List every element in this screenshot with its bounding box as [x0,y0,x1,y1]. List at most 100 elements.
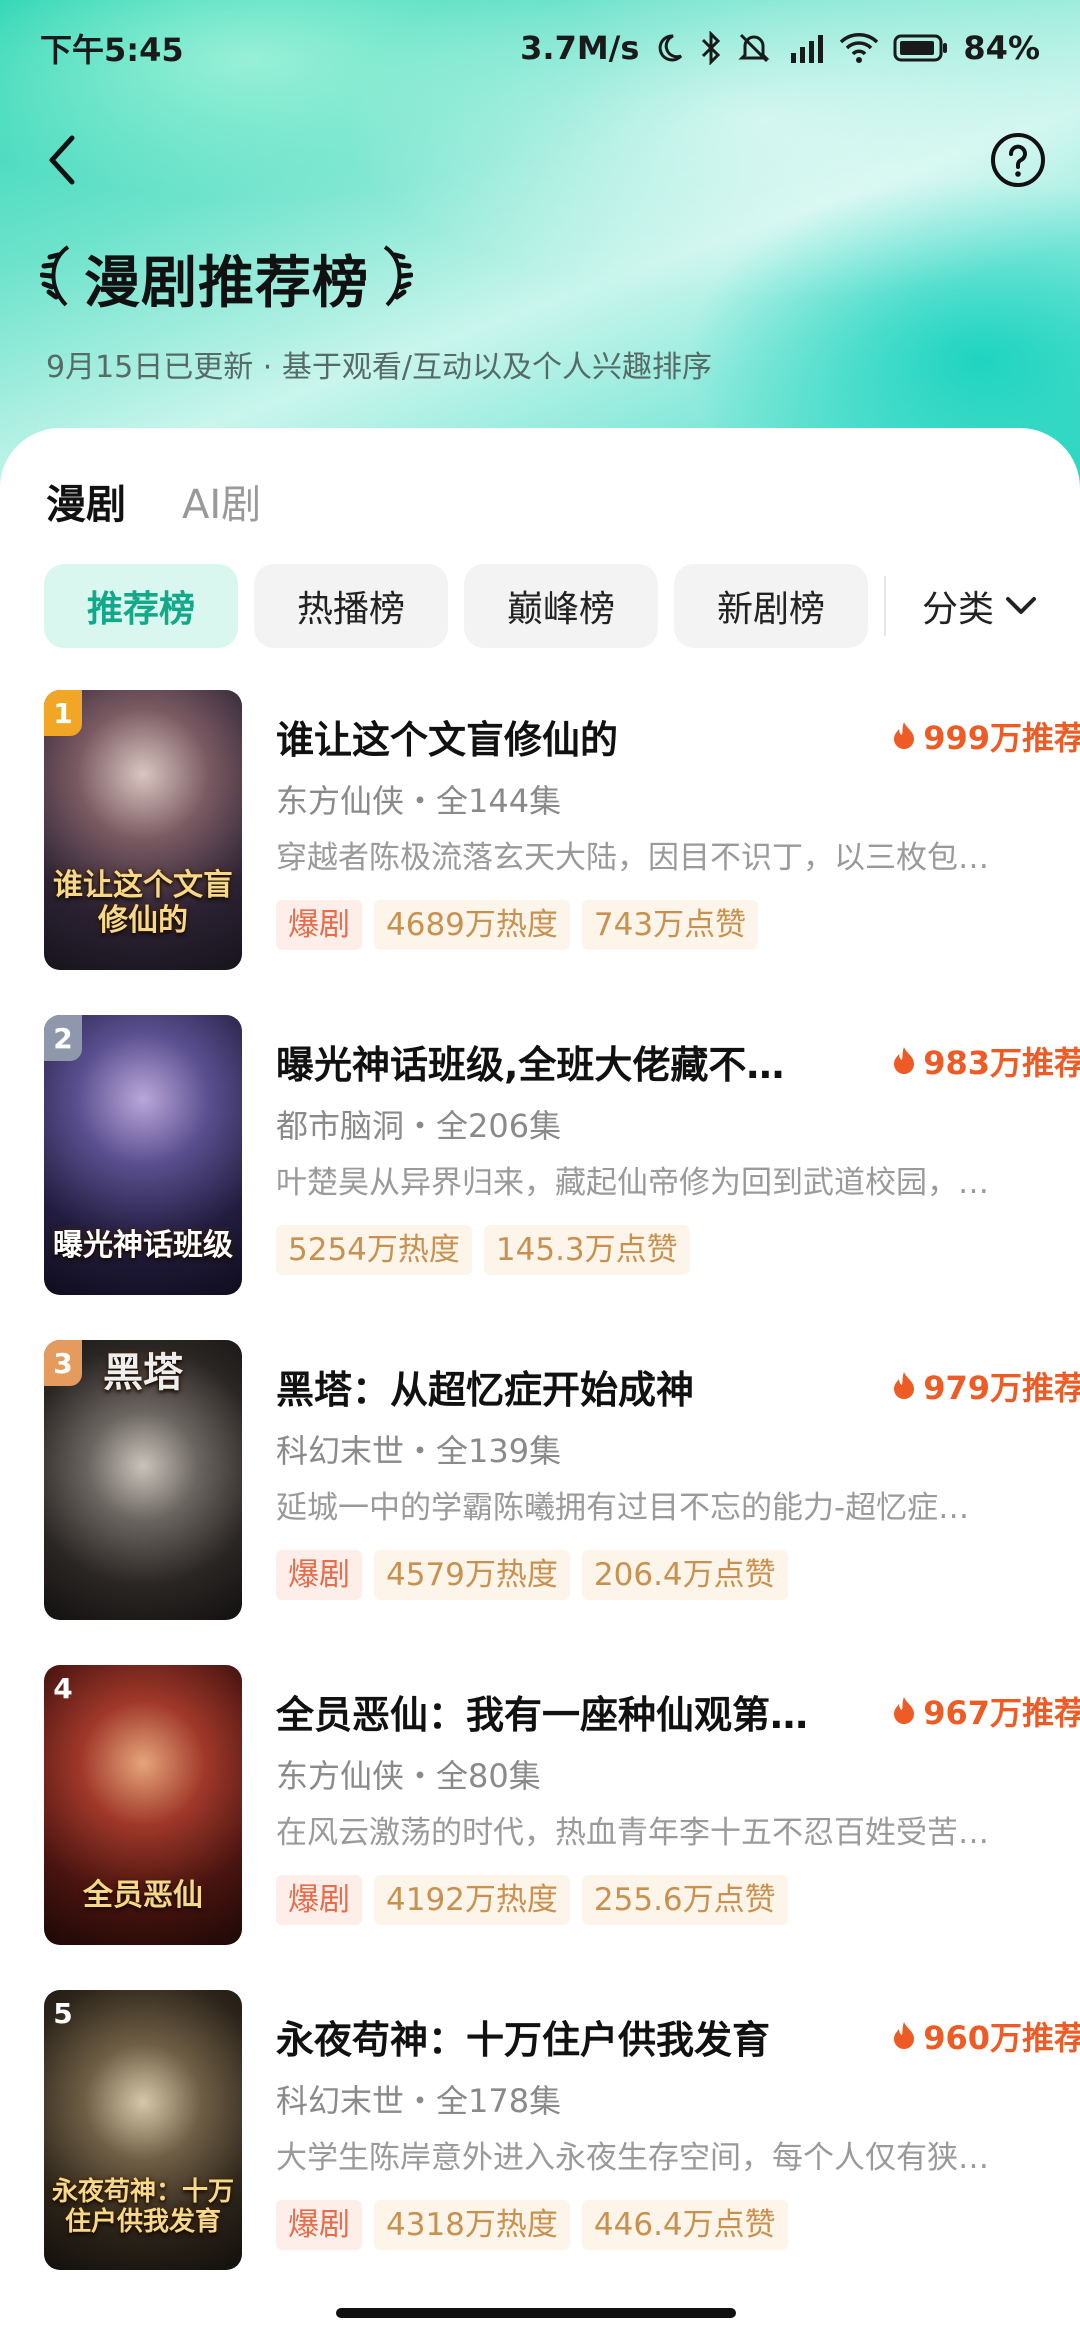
chevron-down-icon [1006,597,1037,614]
rank-badge: 5 [53,1996,73,2030]
flame-icon [894,1047,915,1074]
battery-level: 84% [963,29,1040,67]
list-item[interactable]: 谁让这个文盲修仙的 1 谁让这个文盲修仙的 999万推荐 东方仙侠・全144集 … [44,690,1080,1015]
chip-recommend[interactable]: 推荐榜 [44,564,238,648]
ranking-chips: 推荐榜 热播榜 巅峰榜 新剧榜 [44,564,868,648]
item-info: 曝光神话班级,全班大佬藏不… 983万推荐 都市脑洞・全206集 叶楚昊从异界归… [276,1015,1080,1275]
item-info: 黑塔：从超忆症开始成神 979万推荐 科幻末世・全139集 延城一中的学霸陈曦拥… [276,1340,1080,1600]
tag-likes: 743万点赞 [581,900,759,950]
home-indicator[interactable] [336,2308,736,2318]
list-item[interactable]: 曝光神话班级 2 曝光神话班级,全班大佬藏不… 983万推荐 都市脑洞・全206… [44,1015,1080,1340]
tag-likes: 145.3万点赞 [483,1225,690,1275]
page-title: 漫剧推荐榜 [84,250,369,316]
chevron-left-icon [49,135,75,185]
item-info: 永夜苟神：十万住户供我发育 960万推荐 科幻末世・全178集 大学生陈岸意外进… [276,1990,1080,2250]
tag-likes: 206.4万点赞 [581,1550,788,1600]
page-title-row: 漫剧推荐榜 [39,238,414,318]
chip-divider [884,576,886,636]
chip-hot[interactable]: 热播榜 [254,564,448,648]
cover-image[interactable]: 永夜苟神：十万住户供我发育 5 [44,1990,242,2270]
nav-bar [0,120,1080,200]
item-tags: 爆剧 4579万热度 206.4万点赞 [276,1550,1080,1600]
chip-new[interactable]: 新剧榜 [674,564,868,648]
mute-icon [737,31,771,65]
tag-heat: 4579万热度 [374,1550,570,1600]
flame-icon [894,2022,915,2049]
tag-likes: 255.6万点赞 [581,1875,788,1925]
type-tabs: 漫剧 AI剧 [46,472,261,530]
tag-hit: 爆剧 [276,900,362,950]
item-description: 延城一中的学霸陈曦拥有过目不忘的能力-超忆症… [276,1490,970,1526]
bluetooth-icon [699,31,723,65]
recommend-count: 983万推荐 [893,1038,1080,1084]
recommend-count: 979万推荐 [893,1363,1080,1409]
list-item[interactable]: 全员恶仙 4 全员恶仙：我有一座种仙观第… 967万推荐 东方仙侠・全80集 在… [44,1665,1080,1990]
ranking-list: 谁让这个文盲修仙的 1 谁让这个文盲修仙的 999万推荐 东方仙侠・全144集 … [44,690,1080,2315]
recommend-count: 967万推荐 [893,1688,1080,1734]
cover-title-text: 全员恶仙 [83,1877,203,1913]
wifi-icon [839,32,879,64]
item-description: 叶楚昊从异界归来，藏起仙帝修为回到武道校园，… [276,1165,989,1201]
item-meta: 东方仙侠・全144集 [276,782,562,820]
cover-title-text: 谁让这个文盲修仙的 [53,868,233,938]
item-info: 谁让这个文盲修仙的 999万推荐 东方仙侠・全144集 穿越者陈极流落玄天大陆，… [276,690,1080,950]
item-tags: 爆剧 4192万热度 255.6万点赞 [276,1875,1080,1925]
rank-badge: 2 [44,1015,82,1061]
net-speed: 3.7M/s [520,29,640,67]
chip-peak[interactable]: 巅峰榜 [464,564,658,648]
laurel-left-icon [39,241,74,315]
tab-ai-drama[interactable]: AI剧 [182,472,261,530]
item-meta: 科幻末世・全178集 [276,2082,562,2120]
rank-badge: 3 [44,1340,82,1386]
tab-manju[interactable]: 漫剧 [46,472,126,530]
tag-heat: 4192万热度 [374,1875,570,1925]
tag-hit: 爆剧 [276,1550,362,1600]
rank-badge: 4 [53,1671,73,1705]
rank-badge: 1 [44,690,82,736]
item-title[interactable]: 谁让这个文盲修仙的 [276,709,816,764]
item-title[interactable]: 黑塔：从超忆症开始成神 [276,1359,816,1414]
status-icons: 3.7M/s 84% [520,29,1040,67]
battery-icon [893,33,949,63]
flame-icon [894,1697,915,1724]
item-meta: 科幻末世・全139集 [276,1432,562,1470]
laurel-right-icon [379,241,414,315]
item-title[interactable]: 曝光神话班级,全班大佬藏不… [276,1034,816,1089]
tag-heat: 4318万热度 [374,2200,570,2250]
tag-likes: 446.4万点赞 [581,2200,788,2250]
cover-image[interactable]: 全员恶仙 4 [44,1665,242,1945]
item-title[interactable]: 全员恶仙：我有一座种仙观第… [276,1684,816,1739]
category-label: 分类 [922,589,995,630]
cover-image[interactable]: 谁让这个文盲修仙的 1 [44,690,242,970]
back-button[interactable] [26,120,98,200]
recommend-count: 999万推荐 [893,713,1080,759]
moon-icon [653,32,685,64]
flame-icon [894,1372,915,1399]
item-description: 穿越者陈极流落玄天大陆，因目不识丁，以三枚包… [276,840,989,876]
page-subtitle: 9月15日已更新 · 基于观看/互动以及个人兴趣排序 [46,350,712,385]
recommend-count: 960万推荐 [893,2013,1080,2059]
help-button[interactable] [982,124,1054,196]
question-circle-icon [991,133,1045,187]
list-item[interactable]: 黑塔 3 黑塔：从超忆症开始成神 979万推荐 科幻末世・全139集 延城一中的… [44,1340,1080,1665]
item-tags: 爆剧 4318万热度 446.4万点赞 [276,2200,1080,2250]
flame-icon [894,722,915,749]
item-tags: 爆剧 4689万热度 743万点赞 [276,900,1080,950]
hd-signal-icon [785,31,825,65]
tag-heat: 4689万热度 [374,900,570,950]
category-dropdown[interactable]: 分类 [922,564,1038,648]
item-title[interactable]: 永夜苟神：十万住户供我发育 [276,2009,816,2064]
cover-image[interactable]: 黑塔 3 [44,1340,242,1620]
list-item[interactable]: 永夜苟神：十万住户供我发育 5 永夜苟神：十万住户供我发育 960万推荐 科幻末… [44,1990,1080,2315]
content-sheet: 漫剧 AI剧 推荐榜 热播榜 巅峰榜 新剧榜 分类 谁让这个文盲修仙的 1 谁让… [0,428,1080,2340]
tag-hit: 爆剧 [276,2200,362,2250]
status-time: 下午5:45 [40,31,184,69]
item-tags: 5254万热度 145.3万点赞 [276,1225,1080,1275]
cover-title-text: 曝光神话班级 [53,1227,233,1263]
item-description: 在风云激荡的时代，热血青年李十五不忍百姓受苦… [276,1815,989,1851]
item-meta: 都市脑洞・全206集 [276,1107,562,1145]
item-description: 大学生陈岸意外进入永夜生存空间，每个人仅有狭… [276,2140,989,2176]
cover-image[interactable]: 曝光神话班级 2 [44,1015,242,1295]
item-info: 全员恶仙：我有一座种仙观第… 967万推荐 东方仙侠・全80集 在风云激荡的时代… [276,1665,1080,1925]
tag-hit: 爆剧 [276,1875,362,1925]
